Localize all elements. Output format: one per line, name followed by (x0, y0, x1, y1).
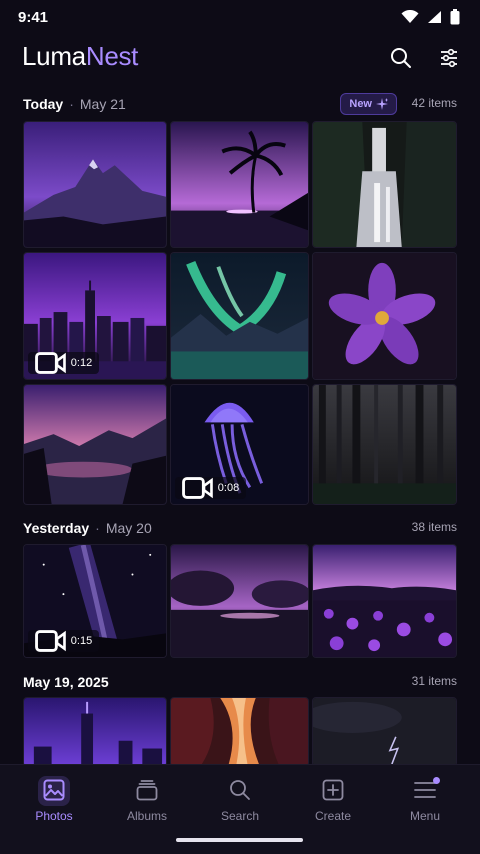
albums-icon (136, 780, 158, 801)
section-count: 38 items (411, 520, 457, 534)
section-header-yesterday: Yesterday · May 20 38 items (23, 517, 457, 539)
nav-create-icon-wrap (288, 775, 378, 805)
battery-icon (450, 9, 460, 25)
photo-palm-sunset[interactable] (170, 121, 309, 248)
photo-mountain[interactable] (23, 121, 167, 248)
nav-photos[interactable]: Photos (9, 775, 99, 831)
search-button[interactable] (385, 42, 417, 74)
status-bar: 9:41 (0, 0, 480, 34)
hamburger-menu-icon (414, 782, 436, 798)
sliders-icon (441, 48, 457, 68)
status-time: 9:41 (18, 9, 49, 26)
add-box-icon (322, 779, 344, 801)
video-duration: 0:12 (70, 357, 93, 369)
photo-lake-dusk[interactable] (23, 384, 167, 505)
notification-dot (433, 777, 440, 784)
home-indicator[interactable] (176, 838, 303, 842)
nav-search-icon-wrap (195, 775, 285, 805)
photo-lightning-storm[interactable] (312, 697, 457, 767)
nav-create[interactable]: Create (288, 775, 378, 831)
section-count: 42 items (411, 96, 457, 110)
new-badge[interactable]: New (340, 93, 397, 115)
video-duration: 0:08 (217, 482, 240, 494)
app-title: LumaNest (22, 41, 138, 72)
wifi-icon (401, 10, 419, 23)
section-title: Today · May 21 (23, 96, 126, 112)
nav-search-label: Search (220, 809, 260, 823)
video-camera-icon (35, 352, 66, 374)
video-duration-badge: 0:08 (175, 477, 247, 499)
video-duration-badge: 0:12 (28, 352, 100, 374)
photo-storm-sunset[interactable] (170, 544, 309, 658)
video-duration: 0:15 (70, 635, 93, 647)
photo-jellyfish[interactable]: 0:08 (170, 384, 309, 505)
nav-search[interactable]: Search (195, 775, 285, 831)
photo-aurora[interactable] (170, 252, 309, 380)
section-count: 31 items (411, 674, 457, 688)
section-date: May 20 (105, 520, 152, 536)
photo-waterfall[interactable] (312, 121, 457, 248)
photo-purple-flower[interactable] (312, 252, 457, 380)
nav-photos-icon-wrap (9, 775, 99, 805)
sparkle-icon (376, 98, 388, 110)
photo-milky-way[interactable]: 0:15 (23, 544, 167, 658)
nav-albums-label: Albums (126, 809, 167, 823)
nav-menu-icon-wrap (380, 775, 470, 805)
search-icon (391, 48, 411, 68)
search-icon (230, 780, 250, 800)
nav-menu-label: Menu (409, 809, 441, 823)
photo-flower-field[interactable] (312, 544, 457, 658)
separator-dot: · (69, 96, 74, 112)
nav-albums[interactable]: Albums (102, 775, 192, 831)
section-title-text: Today (23, 96, 64, 112)
app-bar: LumaNest (0, 38, 480, 78)
nav-photos-label: Photos (35, 809, 73, 823)
section-title: May 19, 2025 (23, 674, 109, 690)
app-title-part1: Luma (22, 41, 86, 71)
section-title: Yesterday · May 20 (23, 520, 152, 536)
app-title-part2: Nest (85, 41, 139, 71)
photo-city-night[interactable]: 0:12 (23, 252, 167, 380)
filter-button[interactable] (433, 42, 465, 74)
new-badge-label: New (349, 98, 372, 110)
video-duration-badge: 0:15 (28, 630, 100, 652)
cellular-signal-icon (428, 11, 441, 23)
video-camera-icon (182, 477, 213, 499)
image-icon (43, 779, 65, 801)
section-header-today: Today · May 21 New 42 items (23, 93, 457, 115)
separator-dot: · (95, 520, 100, 536)
bottom-navigation: Photos Albums Search Create Menu (0, 764, 480, 854)
section-title-text: Yesterday (23, 520, 90, 536)
status-icons (401, 9, 460, 25)
photo-canyon[interactable] (170, 697, 309, 767)
section-header-may-19: May 19, 2025 31 items (23, 671, 457, 693)
nav-create-label: Create (314, 809, 352, 823)
photo-misty-forest[interactable] (312, 384, 457, 505)
section-date: May 21 (79, 96, 126, 112)
video-camera-icon (35, 630, 66, 652)
nav-menu[interactable]: Menu (380, 775, 470, 831)
photo-skyline-tower[interactable] (23, 697, 167, 767)
nav-albums-icon-wrap (102, 775, 192, 805)
